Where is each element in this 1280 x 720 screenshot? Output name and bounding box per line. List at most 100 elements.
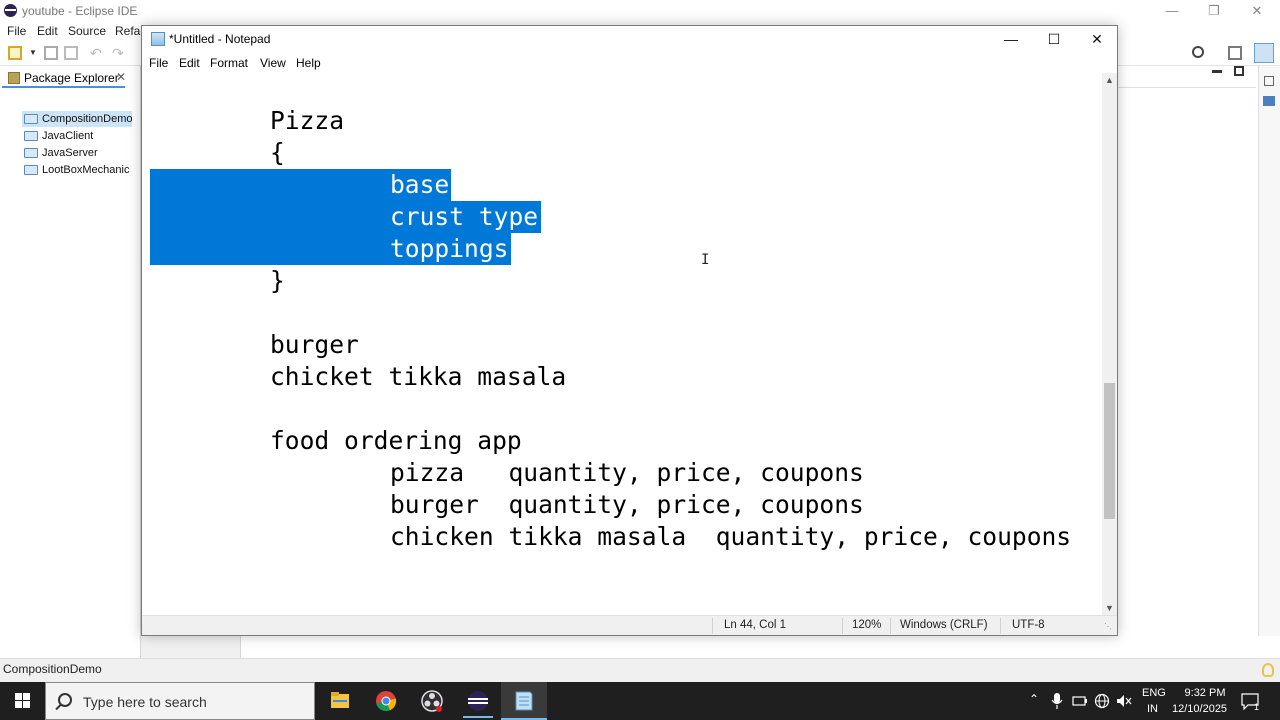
show-hidden-icons-chevron-icon[interactable]: ⌃ — [1029, 692, 1039, 706]
network-globe-icon[interactable] — [1094, 693, 1110, 709]
microphone-icon[interactable] — [1050, 692, 1064, 710]
save-icon[interactable] — [44, 46, 58, 60]
text-line-selected: toppings — [390, 234, 509, 263]
project-folder-icon — [24, 165, 38, 175]
notepad-statusbar: Ln 44, Col 1 120% Windows (CRLF) UTF-8 ⋱ — [142, 615, 1117, 635]
text-line: food ordering app — [270, 426, 522, 455]
notepad-menubar: File Edit Format View Help — [142, 53, 1117, 73]
windows-logo-icon — [15, 693, 30, 708]
eclipse-minimize-button[interactable]: — — [1157, 2, 1187, 20]
search-placeholder: Type here to search — [83, 694, 207, 710]
text-line: pizza quantity, price, coupons — [390, 458, 864, 487]
menu-help[interactable]: Help — [296, 56, 321, 70]
project-item[interactable]: JavaServer — [22, 145, 98, 161]
eclipse-title: youtube - Eclipse IDE — [22, 4, 138, 18]
redo-icon[interactable]: ↷ — [112, 46, 126, 60]
minimize-view-icon[interactable] — [1212, 70, 1222, 73]
selection-highlight — [150, 169, 390, 265]
new-dropdown-chevron-icon[interactable]: ▼ — [29, 46, 43, 60]
eclipse-status-text: CompositionDemo — [3, 662, 102, 676]
package-explorer-tab[interactable]: Package Explorer — [2, 68, 125, 88]
clock-time[interactable]: 9:32 PM — [1180, 687, 1230, 699]
encoding: UTF-8 — [1012, 619, 1045, 631]
search-icon[interactable] — [1192, 46, 1204, 58]
eclipse-menu-file[interactable]: File — [7, 24, 26, 38]
taskbar-chrome[interactable] — [363, 682, 409, 720]
status-separator — [890, 618, 891, 634]
text-editor[interactable]: Pizza { base crust type toppings } burge… — [142, 73, 1102, 615]
java-perspective-icon[interactable] — [1254, 43, 1274, 63]
undo-icon[interactable]: ↶ — [90, 46, 104, 60]
menu-edit[interactable]: Edit — [179, 56, 200, 70]
project-item[interactable]: JavaClient — [22, 128, 93, 144]
taskbar: Type here to search ⌃ ENG IN 9:32 PM 12/… — [0, 682, 1280, 720]
battery-icon[interactable] — [1072, 693, 1088, 709]
notepad-window: *Untitled - Notepad — ☐ ✕ File Edit Form… — [141, 25, 1118, 636]
maximize-button[interactable]: ☐ — [1032, 26, 1076, 53]
start-button[interactable] — [0, 682, 45, 720]
clock-date[interactable]: 12/10/2025 — [1172, 703, 1227, 715]
project-label: CompositionDemo — [42, 113, 133, 125]
scroll-down-arrow-icon[interactable]: ▼ — [1105, 603, 1114, 613]
notification-count: 1 — [1254, 702, 1260, 712]
line-ending: Windows (CRLF) — [900, 619, 988, 631]
vertical-scrollbar[interactable]: ▲ ▼ — [1102, 73, 1117, 615]
project-label: LootBoxMechanic — [42, 164, 130, 176]
save-all-icon[interactable] — [64, 46, 78, 60]
taskbar-search-box[interactable]: Type here to search — [45, 682, 315, 720]
text-line: { — [270, 138, 285, 167]
menu-view[interactable]: View — [260, 56, 286, 70]
close-icon[interactable]: ✕ — [116, 70, 126, 84]
menu-format[interactable]: Format — [210, 56, 248, 70]
input-language[interactable]: ENG — [1142, 687, 1166, 699]
eclipse-close-button[interactable]: ✕ — [1242, 2, 1272, 20]
taskbar-eclipse[interactable] — [455, 682, 501, 720]
project-item[interactable]: LootBoxMechanic — [22, 162, 129, 178]
notepad-icon — [515, 691, 533, 711]
text-line-selected: base — [390, 170, 450, 199]
status-separator — [842, 618, 843, 634]
menu-file[interactable]: File — [149, 56, 168, 70]
text-line: burger — [270, 330, 359, 359]
eclipse-titlebar: youtube - Eclipse IDE — ❐ ✕ — [0, 0, 1280, 22]
minimize-button[interactable]: — — [989, 26, 1033, 53]
outline-panel — [1118, 66, 1280, 658]
notepad-titlebar[interactable]: *Untitled - Notepad — ☐ ✕ — [142, 26, 1117, 53]
chrome-icon — [376, 691, 397, 712]
taskbar-file-explorer[interactable] — [317, 682, 363, 720]
notepad-title: *Untitled - Notepad — [169, 32, 271, 46]
resize-grip-icon[interactable]: ⋱ — [1104, 622, 1112, 631]
eclipse-restore-button[interactable]: ❐ — [1199, 2, 1229, 20]
eclipse-icon — [463, 691, 493, 718]
open-perspective-icon[interactable] — [1228, 46, 1242, 60]
scrollbar-thumb[interactable] — [1104, 383, 1115, 519]
volume-muted-icon[interactable] — [1116, 693, 1132, 709]
search-icon — [58, 693, 72, 707]
taskbar-notepad[interactable] — [501, 682, 547, 720]
close-button[interactable]: ✕ — [1075, 26, 1119, 53]
text-line: Pizza — [270, 106, 345, 135]
eclipse-menu-source[interactable]: Source — [68, 24, 106, 38]
text-line: chicken tikka masala quantity, price, co… — [390, 522, 1072, 551]
project-folder-icon — [24, 148, 38, 158]
lightbulb-icon[interactable] — [1262, 663, 1274, 677]
task-list-icon[interactable] — [1263, 96, 1275, 106]
text-line: burger quantity, price, coupons — [390, 490, 864, 519]
project-item[interactable]: CompositionDemo — [22, 111, 133, 127]
scroll-up-arrow-icon[interactable]: ▲ — [1105, 75, 1114, 85]
status-separator — [1000, 618, 1001, 634]
input-region[interactable]: IN — [1147, 703, 1158, 715]
new-icon[interactable] — [8, 46, 22, 60]
restore-view-icon[interactable] — [1264, 76, 1274, 86]
package-explorer-tab-label: Package Explorer — [24, 71, 119, 85]
project-label: JavaClient — [42, 130, 94, 142]
trim-stack — [1258, 66, 1280, 658]
eclipse-menu-edit[interactable]: Edit — [37, 24, 58, 38]
file-explorer-icon — [331, 692, 349, 708]
obs-icon — [421, 690, 443, 712]
text-cursor-icon: I — [701, 252, 710, 268]
project-label: JavaServer — [42, 147, 98, 159]
status-separator — [712, 618, 713, 634]
taskbar-obs[interactable] — [409, 682, 455, 720]
maximize-view-icon[interactable] — [1234, 66, 1244, 76]
